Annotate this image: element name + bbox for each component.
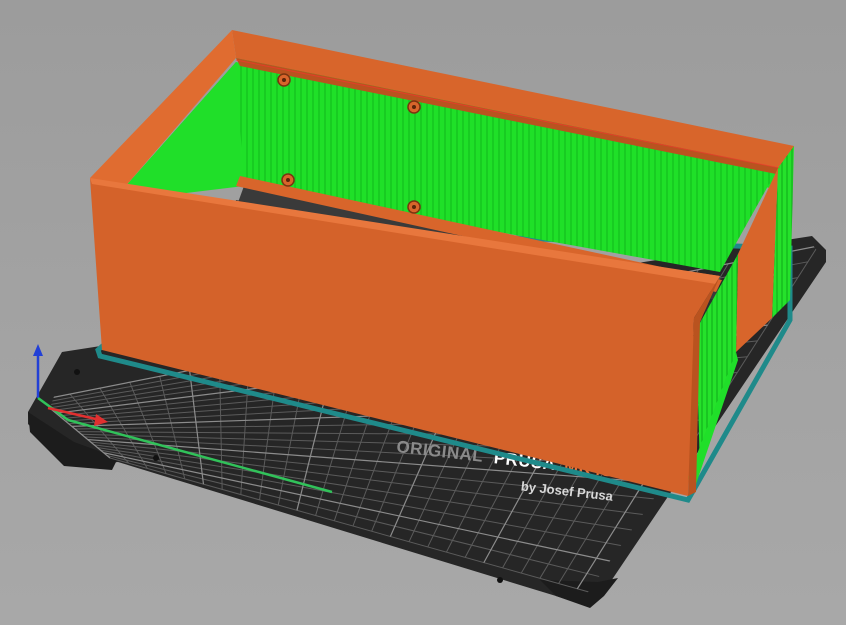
bed-hole xyxy=(153,455,159,461)
bed-hole xyxy=(74,369,80,375)
bed-hole xyxy=(497,577,503,583)
scene-canvas[interactable]: ORIGINAL PRUSA MK4S by Josef Prusa xyxy=(0,0,846,625)
3d-viewport[interactable]: ORIGINAL PRUSA MK4S by Josef Prusa xyxy=(0,0,846,625)
z-axis-arrow-icon xyxy=(33,344,43,356)
